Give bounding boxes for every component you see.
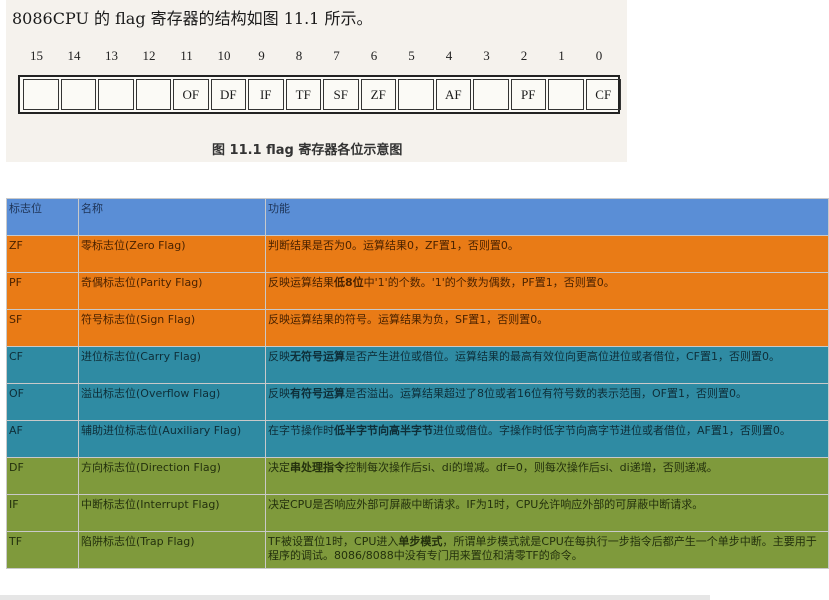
flag-cell: AF — [6, 420, 79, 458]
function-text: 决定CPU是否响应外部可屏蔽中断请求。IF为1时，CPU允许响应外部的可屏蔽中断… — [268, 498, 704, 511]
function-text: 中'1'的个数。'1'的个数为偶数，PF置1，否则置0。 — [363, 276, 615, 289]
flag-function-cell: 反映无符号运算是否产生进位或借位。运算结果的最高有效位向更高位进位或者借位，CF… — [265, 346, 829, 384]
function-text-emphasis: 有符号运算 — [290, 387, 345, 400]
flag-function-cell: 反映运算结果低8位中'1'的个数。'1'的个数为偶数，PF置1，否则置0。 — [265, 272, 829, 310]
function-text: 进位或借位。字操作时低字节向高字节进位或者借位，AF置1，否则置0。 — [433, 424, 791, 437]
bit-number: 9 — [258, 48, 265, 63]
flag-name-cell: 零标志位(Zero Flag) — [78, 235, 266, 273]
bit-number: 14 — [67, 48, 81, 63]
flag-name-cell: 溢出标志位(Overflow Flag) — [78, 383, 266, 421]
flag-function-cell: TF被设置位1时，CPU进入单步模式，所谓单步模式就是CPU在每执行一步指令后都… — [265, 531, 829, 569]
flag-register-diagram: OF DF IF TF SF ZF AF PF CF — [18, 75, 621, 114]
table-row: TF 陷阱标志位(Trap Flag) TF被设置位1时，CPU进入单步模式，所谓单… — [6, 531, 829, 569]
flag-function-cell: 在字节操作时低半字节向高半字节进位或借位。字操作时低字节向高字节进位或者借位，A… — [265, 420, 829, 458]
function-text: TF被设置位1时，CPU进入 — [268, 535, 399, 548]
function-text: 反映 — [268, 387, 290, 400]
register-bit-cell — [98, 79, 134, 110]
bit-number: 10 — [217, 48, 231, 63]
bit-number: 15 — [30, 48, 43, 63]
figure-caption: 图 11.1 flag 寄存器各位示意图 — [212, 143, 403, 158]
bit-number: 13 — [105, 48, 118, 63]
register-bit-cell — [60, 79, 96, 110]
flag-bits-table: 标志位 名称 功能 ZF 零标志位(Zero Flag) 判断结果是否为0。运算结果… — [6, 198, 829, 569]
header-function: 功能 — [265, 198, 829, 236]
flag-function-cell: 反映运算结果的符号。运算结果为负，SF置1，否则置0。 — [265, 309, 829, 347]
flag-name-cell: 中断标志位(Interrupt Flag) — [78, 494, 266, 532]
register-bit-cell: DF — [210, 79, 246, 110]
register-bit-cell: PF — [510, 79, 546, 110]
flag-cell: DF — [6, 457, 79, 495]
register-bit-cell — [23, 79, 59, 110]
function-text-emphasis: 低半字节向高半字节 — [334, 424, 433, 437]
function-text-emphasis: 串处理指令 — [290, 461, 345, 474]
function-text: 是否产生进位或借位。运算结果的最高有效位向更高位进位或者借位，CF置1，否则置0… — [345, 350, 781, 363]
register-bit-cell: IF — [248, 79, 284, 110]
function-text: 决定 — [268, 461, 290, 474]
flag-cell: OF — [6, 383, 79, 421]
flag-name-cell: 陷阱标志位(Trap Flag) — [78, 531, 266, 569]
bit-number: 6 — [370, 48, 378, 63]
register-bit-cell — [398, 79, 434, 110]
flag-function-cell: 反映有符号运算是否溢出。运算结果超过了8位或者16位有符号数的表示范围，OF置1… — [265, 383, 829, 421]
table-row: SF 符号标志位(Sign Flag) 反映运算结果的符号。运算结果为负，SF置1，… — [6, 309, 829, 347]
function-text: 反映运算结果 — [268, 276, 334, 289]
table-row: IF 中断标志位(Interrupt Flag) 决定CPU是否响应外部可屏蔽中断请… — [6, 494, 829, 532]
flag-cell: ZF — [6, 235, 79, 273]
flag-cell: IF — [6, 494, 79, 532]
table-row: DF 方向标志位(Direction Flag) 决定串处理指令控制每次操作后si、… — [6, 457, 829, 495]
register-bit-cell: AF — [435, 79, 471, 110]
horizontal-scrollbar[interactable] — [0, 595, 710, 600]
register-bit-cell — [135, 79, 171, 110]
register-bit-cell: TF — [285, 79, 321, 110]
flag-function-cell: 决定串处理指令控制每次操作后si、di的增减。df=0，则每次操作后si、di递… — [265, 457, 829, 495]
bit-number: 5 — [408, 48, 415, 63]
figure-intro-text: 8086CPU 的 flag 寄存器的结构如图 11.1 所示。 — [12, 9, 373, 28]
bit-number: 3 — [483, 48, 490, 63]
function-text: 反映 — [268, 350, 290, 363]
function-text: 在字节操作时 — [268, 424, 334, 437]
table-row: OF 溢出标志位(Overflow Flag) 反映有符号运算是否溢出。运算结果超过… — [6, 383, 829, 421]
function-text: 是否溢出。运算结果超过了8位或者16位有符号数的表示范围，OF置1，否则置0。 — [345, 387, 747, 400]
register-bit-cell: SF — [323, 79, 359, 110]
function-text-emphasis: 单步模式 — [398, 535, 443, 548]
table-row: AF 辅助进位标志位(Auxiliary Flag) 在字节操作时低半字节向高半字节… — [6, 420, 829, 458]
function-text: 控制每次操作后si、di的增减。df=0，则每次操作后si、di递增，否则递减。 — [345, 461, 718, 474]
flag-function-cell: 决定CPU是否响应外部可屏蔽中断请求。IF为1时，CPU允许响应外部的可屏蔽中断… — [265, 494, 829, 532]
flag-cell: CF — [6, 346, 79, 384]
header-name: 名称 — [78, 198, 266, 236]
flag-cell: SF — [6, 309, 79, 347]
bit-number: 8 — [295, 48, 303, 63]
flag-name-cell: 方向标志位(Direction Flag) — [78, 457, 266, 495]
bit-number: 12 — [142, 48, 156, 63]
bit-number: 1 — [558, 48, 565, 63]
flag-function-cell: 判断结果是否为0。运算结果0，ZF置1，否则置0。 — [265, 235, 829, 273]
register-bit-cell: OF — [173, 79, 209, 110]
header-flag: 标志位 — [6, 198, 79, 236]
register-bit-cell — [548, 79, 584, 110]
register-bit-cell: CF — [585, 79, 621, 110]
bit-number: 11 — [180, 48, 193, 63]
flag-name-cell: 奇偶标志位(Parity Flag) — [78, 272, 266, 310]
flag-name-cell: 符号标志位(Sign Flag) — [78, 309, 266, 347]
function-text: 反映运算结果的符号。运算结果为负，SF置1，否则置0。 — [268, 313, 549, 326]
table-row: CF 进位标志位(Carry Flag) 反映无符号运算是否产生进位或借位。运算结果… — [6, 346, 829, 384]
function-text-emphasis: 低8位 — [334, 276, 364, 289]
flag-register-figure: 8086CPU 的 flag 寄存器的结构如图 11.1 所示。 15 14 13 1… — [6, 0, 627, 162]
table-row: PF 奇偶标志位(Parity Flag) 反映运算结果低8位中'1'的个数。'1'… — [6, 272, 829, 310]
function-text-emphasis: 无符号运算 — [290, 350, 345, 363]
bit-number: 2 — [520, 48, 528, 63]
flag-cell: PF — [6, 272, 79, 310]
table-header-row: 标志位 名称 功能 — [6, 198, 829, 236]
flag-name-cell: 辅助进位标志位(Auxiliary Flag) — [78, 420, 266, 458]
bit-number: 7 — [333, 48, 340, 63]
bit-number: 4 — [445, 48, 453, 63]
register-bit-cell: ZF — [360, 79, 396, 110]
table-row: ZF 零标志位(Zero Flag) 判断结果是否为0。运算结果0，ZF置1，否则置… — [6, 235, 829, 273]
function-text: 判断结果是否为0。运算结果0，ZF置1，否则置0。 — [268, 239, 519, 252]
register-bit-cell — [473, 79, 509, 110]
flag-cell: TF — [6, 531, 79, 569]
flag-name-cell: 进位标志位(Carry Flag) — [78, 346, 266, 384]
bit-number: 0 — [595, 48, 603, 63]
bit-number-row: 15 14 13 12 11 10 9 8 7 6 5 4 3 2 1 0 — [18, 48, 618, 68]
